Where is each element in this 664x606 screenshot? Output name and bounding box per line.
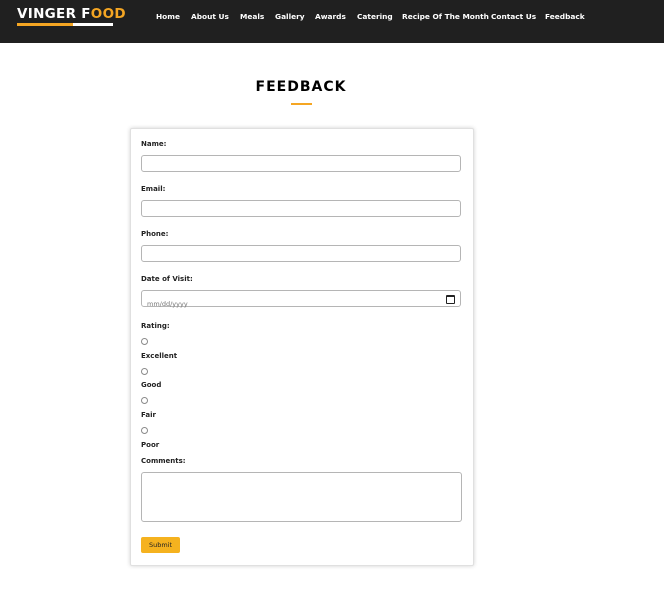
- nav-about-us[interactable]: About Us: [191, 12, 229, 21]
- rating-option-good: Good: [141, 381, 162, 389]
- comments-label: Comments:: [141, 457, 186, 465]
- top-navbar: VINGER FOOD Home About Us Meals Gallery …: [0, 0, 664, 43]
- feedback-form: Name: Email: Phone: Date of Visit: mm/dd…: [130, 128, 474, 566]
- rating-radio-fair[interactable]: [141, 397, 148, 404]
- name-field[interactable]: [141, 155, 461, 172]
- date-of-visit-label: Date of Visit:: [141, 275, 193, 283]
- email-label: Email:: [141, 185, 166, 193]
- nav-recipe-of-the-month[interactable]: Recipe Of The Month: [402, 12, 489, 21]
- rating-radio-poor[interactable]: [141, 427, 148, 434]
- rating-radio-good[interactable]: [141, 368, 148, 375]
- rating-option-excellent: Excellent: [141, 352, 178, 360]
- rating-option-poor: Poor: [141, 441, 160, 449]
- submit-button[interactable]: Submit: [141, 537, 180, 553]
- name-label: Name:: [141, 140, 167, 148]
- rating-option-fair: Fair: [141, 411, 156, 419]
- calendar-icon[interactable]: [446, 295, 455, 304]
- email-field[interactable]: [141, 200, 461, 217]
- nav-meals[interactable]: Meals: [240, 12, 264, 21]
- phone-field[interactable]: [141, 245, 461, 262]
- comments-field[interactable]: [141, 472, 462, 522]
- nav-gallery[interactable]: Gallery: [275, 12, 305, 21]
- phone-label: Phone:: [141, 230, 169, 238]
- page-title: FEEDBACK: [255, 79, 347, 95]
- nav-catering[interactable]: Catering: [357, 12, 393, 21]
- date-of-visit-field[interactable]: mm/dd/yyyy: [141, 290, 461, 308]
- date-placeholder: mm/dd/yyyy: [147, 300, 188, 308]
- nav-home[interactable]: Home: [156, 12, 180, 21]
- rating-label: Rating:: [141, 322, 170, 330]
- title-underline: [291, 103, 312, 105]
- rating-radio-excellent[interactable]: [141, 338, 148, 345]
- main-nav: Home About Us Meals Gallery Awards Cater…: [0, 12, 664, 26]
- nav-feedback[interactable]: Feedback: [545, 12, 585, 21]
- nav-contact-us[interactable]: Contact Us: [491, 12, 536, 21]
- nav-awards[interactable]: Awards: [315, 12, 346, 21]
